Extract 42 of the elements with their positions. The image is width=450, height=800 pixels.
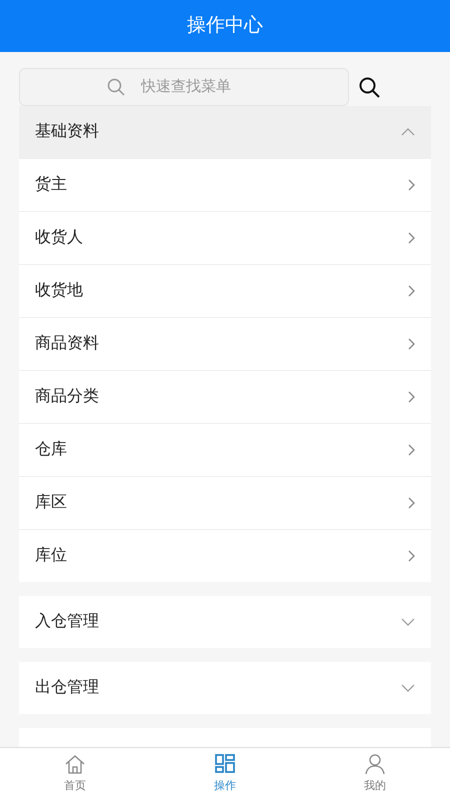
house-icon — [64, 753, 86, 776]
item-label: 商品资料 — [35, 334, 99, 354]
item-label: 库区 — [35, 492, 67, 513]
chevron-right-icon — [408, 497, 415, 509]
menu-item[interactable]: 库位 — [19, 529, 431, 582]
menu-item[interactable]: 货主 — [19, 158, 431, 211]
section-title: 基础资料 — [35, 122, 99, 142]
menu-item[interactable]: 商品资料 — [19, 317, 431, 370]
item-label: 库位 — [35, 546, 67, 566]
section-header[interactable]: 基础资料 — [19, 106, 431, 158]
section-header[interactable]: 出仓管理 — [19, 662, 431, 714]
menu-item[interactable]: 库区 — [19, 476, 431, 529]
chevron-right-icon — [408, 179, 415, 191]
section-header[interactable]: 入仓管理 — [19, 596, 431, 648]
menu-item[interactable]: 收货人 — [19, 211, 431, 264]
chevron-down-icon — [401, 618, 415, 626]
chevron-right-icon — [408, 285, 415, 297]
person-icon — [364, 753, 386, 776]
tab[interactable]: 我的 — [300, 748, 450, 800]
item-label: 收货地 — [35, 280, 83, 301]
chevron-right-icon — [408, 338, 415, 350]
chevron-right-icon — [408, 232, 415, 244]
section-title: 出仓管理 — [35, 678, 99, 698]
tab[interactable]: 操作 — [150, 748, 300, 800]
screen-title: 操作中心 — [187, 14, 263, 38]
menu-item[interactable]: 仓库 — [19, 423, 431, 476]
chevron-up-icon — [401, 128, 415, 136]
chevron-right-icon — [408, 444, 415, 456]
chevron-right-icon — [408, 391, 415, 403]
chevron-down-icon — [401, 684, 415, 692]
item-label: 商品分类 — [35, 386, 99, 407]
search-icon — [358, 76, 380, 98]
item-label: 仓库 — [35, 440, 67, 460]
grid-icon — [214, 753, 236, 776]
chevron-right-icon — [408, 550, 415, 562]
tab[interactable]: 首页 — [0, 748, 150, 800]
menu-item[interactable]: 收货地 — [19, 264, 431, 317]
section-title: 入仓管理 — [35, 612, 99, 632]
item-label: 收货人 — [35, 228, 83, 248]
search-icon — [107, 78, 125, 96]
menu-item[interactable]: 商品分类 — [19, 370, 431, 423]
item-label: 货主 — [35, 174, 67, 195]
